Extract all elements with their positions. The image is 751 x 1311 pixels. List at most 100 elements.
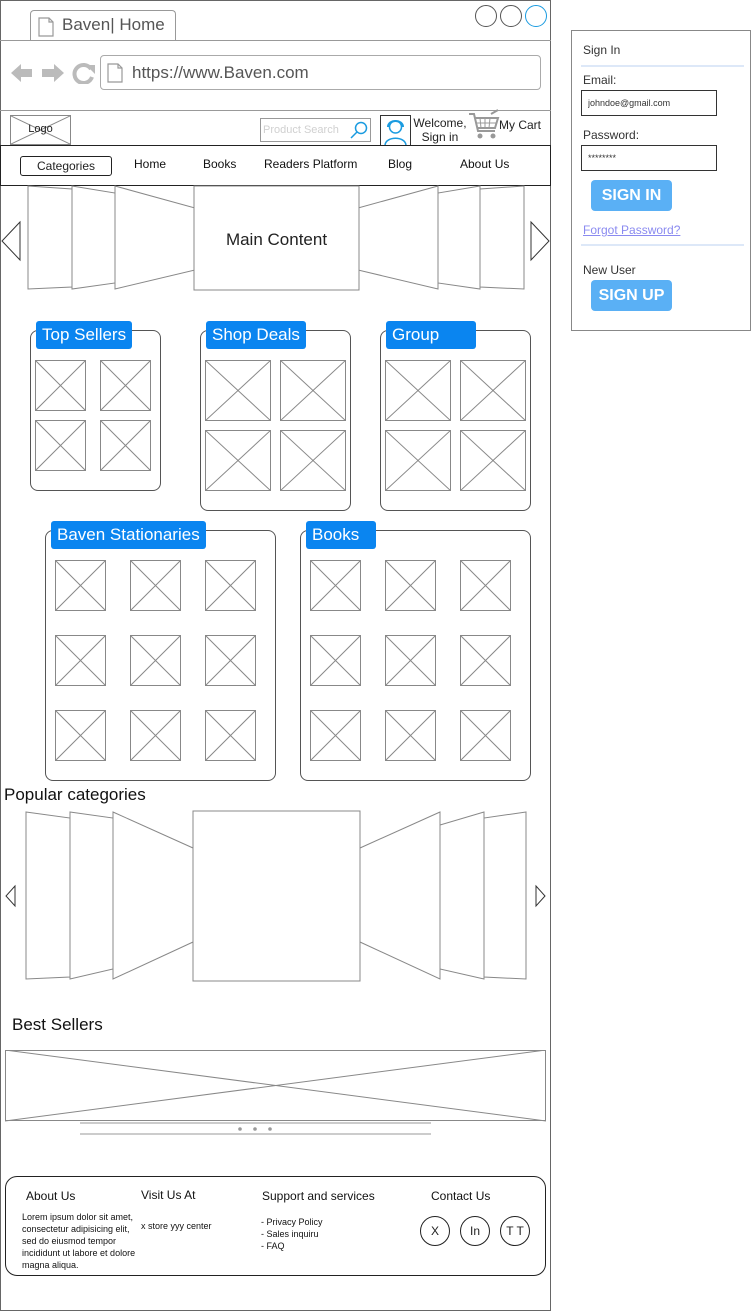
carousel-prev-icon[interactable] (1, 220, 21, 262)
footer-privacy-link[interactable]: - Privacy Policy (261, 1216, 323, 1228)
product-image-placeholder[interactable] (55, 635, 106, 686)
nav-books[interactable]: Books (203, 157, 236, 171)
nav-about-us[interactable]: About Us (460, 157, 509, 171)
product-image-placeholder[interactable] (310, 710, 361, 761)
top-sellers-title[interactable]: Top Sellers (36, 321, 133, 349)
product-image-placeholder[interactable] (55, 560, 106, 611)
carousel-main-slide[interactable] (192, 810, 361, 982)
product-image-placeholder[interactable] (310, 635, 361, 686)
social-x-icon[interactable]: X (420, 1216, 450, 1246)
address-bar[interactable]: https://www.Baven.com (100, 55, 541, 90)
document-icon (38, 17, 54, 37)
nav-readers-platform[interactable]: Readers Platform (264, 157, 357, 171)
nav-categories[interactable]: Categories (20, 156, 112, 176)
password-field[interactable] (581, 145, 717, 171)
signin-button[interactable]: SIGN IN (591, 180, 672, 211)
site-logo[interactable]: Logo (10, 115, 71, 145)
avatar[interactable] (380, 115, 411, 146)
product-image-placeholder[interactable] (385, 635, 436, 686)
product-image-placeholder[interactable] (55, 710, 106, 761)
popular-carousel (5, 810, 546, 982)
cart-label[interactable]: My Cart (499, 118, 541, 132)
product-image-placeholder[interactable] (100, 360, 151, 411)
signin-text: Sign in (421, 130, 459, 144)
carousel-slide (27, 185, 73, 290)
social-linkedin-icon[interactable]: In (460, 1216, 490, 1246)
page-dot[interactable] (268, 1127, 272, 1131)
search-input[interactable] (263, 122, 349, 138)
product-image-placeholder[interactable] (385, 560, 436, 611)
product-image-placeholder[interactable] (35, 420, 86, 471)
product-image-placeholder[interactable] (460, 560, 511, 611)
nav-blog[interactable]: Blog (388, 157, 412, 171)
close-button[interactable] (525, 5, 547, 27)
group-title[interactable]: Group (386, 321, 476, 349)
carousel-slide (71, 185, 116, 290)
tab-title: Baven| Home (62, 15, 165, 34)
stationaries-title[interactable]: Baven Stationaries (51, 521, 206, 549)
carousel-next-icon[interactable] (530, 220, 550, 262)
carousel-slide (25, 811, 71, 980)
carousel-prev-icon[interactable] (5, 884, 16, 908)
signin-panel: Sign In Email: Password: SIGN IN Forgot … (571, 30, 751, 331)
footer-sales-link[interactable]: - Sales inquiru (261, 1228, 319, 1240)
minimize-button[interactable] (475, 5, 497, 27)
welcome-text: Welcome, (413, 116, 467, 130)
carousel-slide (112, 811, 194, 980)
browser-tab[interactable]: Baven| Home (30, 10, 176, 41)
product-image-placeholder[interactable] (205, 635, 256, 686)
page-icon (107, 63, 123, 83)
email-field[interactable] (581, 90, 717, 116)
product-image-placeholder[interactable] (460, 635, 511, 686)
signup-button[interactable]: SIGN UP (591, 280, 672, 311)
popular-categories-title: Popular categories (4, 785, 146, 804)
welcome-signin-link[interactable]: Welcome, Sign in (413, 116, 467, 144)
forward-arrow-icon[interactable] (42, 64, 64, 82)
social-tiktok-icon[interactable]: T T (500, 1216, 530, 1246)
best-sellers-title: Best Sellers (12, 1015, 103, 1034)
footer-faq-link[interactable]: - FAQ (261, 1240, 285, 1252)
forgot-password-link[interactable]: Forgot Password? (583, 223, 680, 237)
main-content-label: Main Content (225, 230, 328, 249)
product-image-placeholder[interactable] (385, 430, 451, 491)
banner-pagination[interactable] (80, 1122, 431, 1136)
carousel-slide (439, 811, 485, 980)
product-image-placeholder[interactable] (35, 360, 86, 411)
carousel-slide (359, 811, 441, 980)
product-image-placeholder[interactable] (205, 710, 256, 761)
shop-deals-title[interactable]: Shop Deals (206, 321, 306, 349)
search-icon[interactable] (350, 121, 369, 140)
product-image-placeholder[interactable] (280, 360, 346, 421)
carousel-next-icon[interactable] (535, 884, 546, 908)
product-image-placeholder[interactable] (310, 560, 361, 611)
nav-home[interactable]: Home (134, 157, 166, 171)
product-image-placeholder[interactable] (130, 560, 181, 611)
signin-title: Sign In (583, 43, 621, 57)
product-image-placeholder[interactable] (385, 360, 451, 421)
cart-icon[interactable] (468, 109, 500, 141)
divider (581, 244, 744, 246)
navigation-controls (11, 63, 95, 84)
product-image-placeholder[interactable] (130, 710, 181, 761)
product-image-placeholder[interactable] (460, 430, 526, 491)
best-sellers-banner[interactable] (5, 1050, 546, 1122)
product-image-placeholder[interactable] (205, 430, 271, 491)
footer-support-title: Support and services (262, 1189, 375, 1203)
product-image-placeholder[interactable] (130, 635, 181, 686)
product-image-placeholder[interactable] (460, 360, 526, 421)
maximize-button[interactable] (500, 5, 522, 27)
reload-icon[interactable] (72, 63, 95, 84)
back-arrow-icon[interactable] (11, 64, 32, 82)
product-image-placeholder[interactable] (100, 420, 151, 471)
page-dot[interactable] (253, 1127, 257, 1131)
product-image-placeholder[interactable] (205, 560, 256, 611)
carousel-slide (69, 811, 114, 980)
page-dot[interactable] (238, 1127, 242, 1131)
product-search[interactable] (260, 118, 371, 142)
product-image-placeholder[interactable] (460, 710, 511, 761)
product-image-placeholder[interactable] (205, 360, 271, 421)
product-image-placeholder[interactable] (385, 710, 436, 761)
logo-label: Logo (28, 123, 53, 135)
books-title[interactable]: Books (306, 521, 376, 549)
product-image-placeholder[interactable] (280, 430, 346, 491)
